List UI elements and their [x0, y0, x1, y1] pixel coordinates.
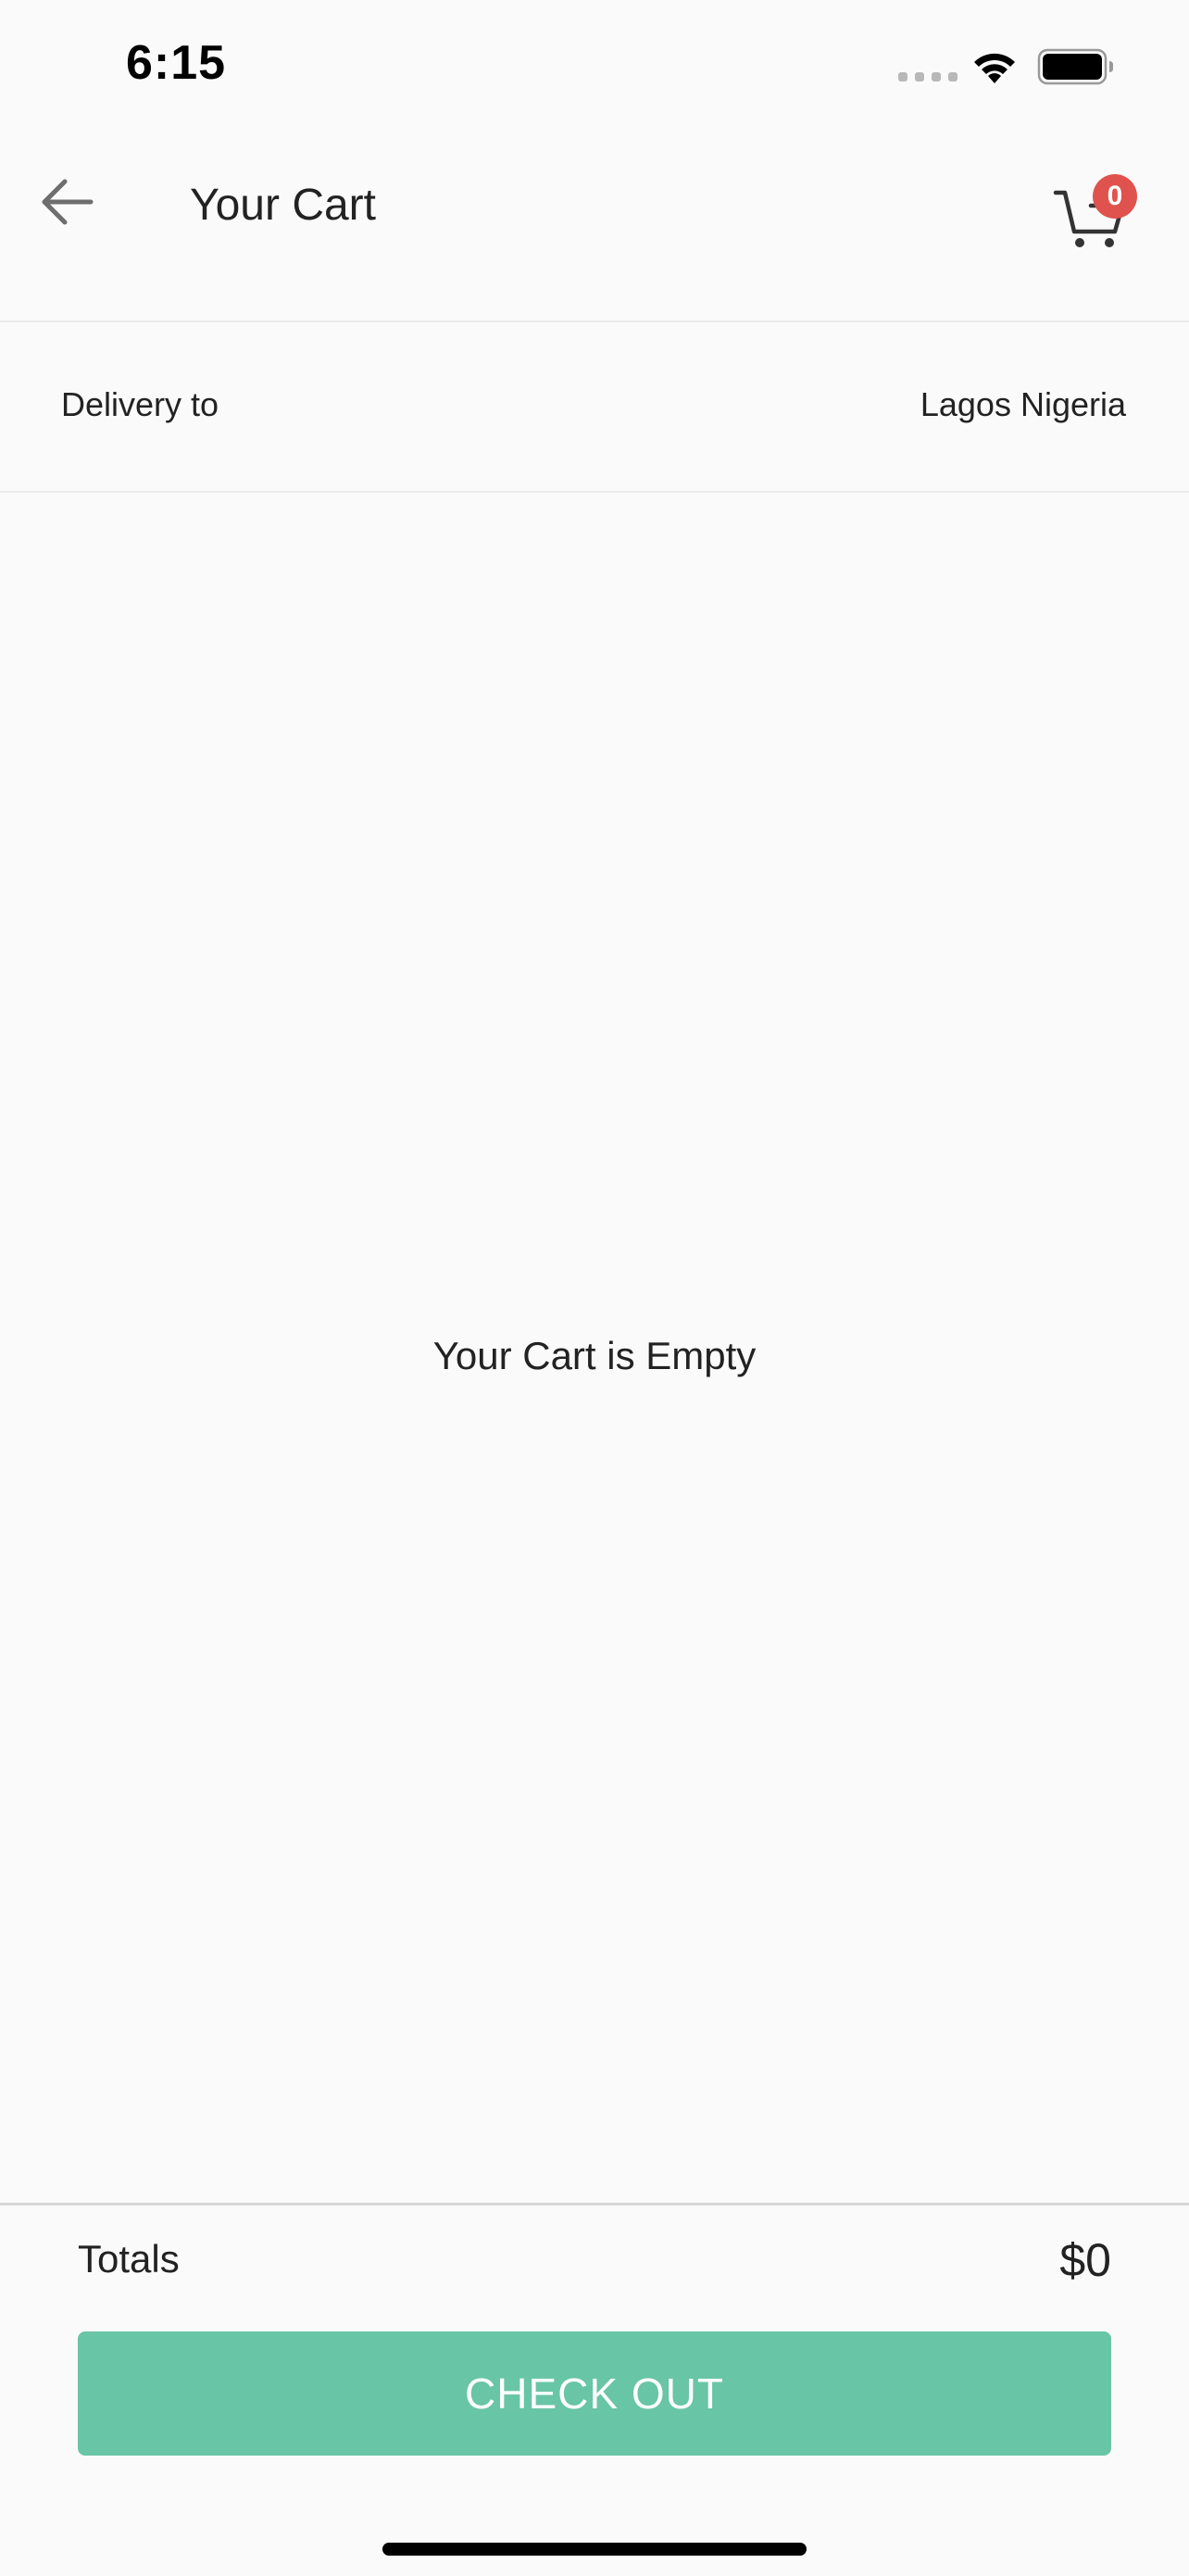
empty-cart-message: Your Cart is Empty: [432, 1334, 757, 1377]
arrow-left-icon: [42, 179, 94, 225]
signal-icon: [898, 72, 957, 82]
checkout-button[interactable]: CHECK OUT: [78, 2331, 1111, 2456]
wifi-icon: [974, 53, 1015, 83]
status-time: 6:15: [126, 36, 227, 90]
battery-icon: [1037, 48, 1113, 85]
page-title: Your Cart: [190, 181, 376, 230]
status-bar: 6:15: [0, 0, 1189, 139]
back-button[interactable]: [30, 165, 104, 239]
app-header: Your Cart 0: [0, 139, 1189, 322]
checkout-footer: Totals $0 CHECK OUT: [0, 2203, 1189, 2576]
cart-button[interactable]: 0: [1052, 172, 1141, 256]
delivery-label: Delivery to: [61, 385, 219, 423]
totals-label: Totals: [78, 2237, 180, 2281]
cart-count-badge: 0: [1093, 174, 1137, 219]
home-indicator: [382, 2543, 807, 2556]
delivery-location: Lagos Nigeria: [920, 385, 1126, 423]
totals-value: $0: [1059, 2234, 1111, 2286]
delivery-row[interactable]: Delivery to Lagos Nigeria: [0, 322, 1189, 493]
